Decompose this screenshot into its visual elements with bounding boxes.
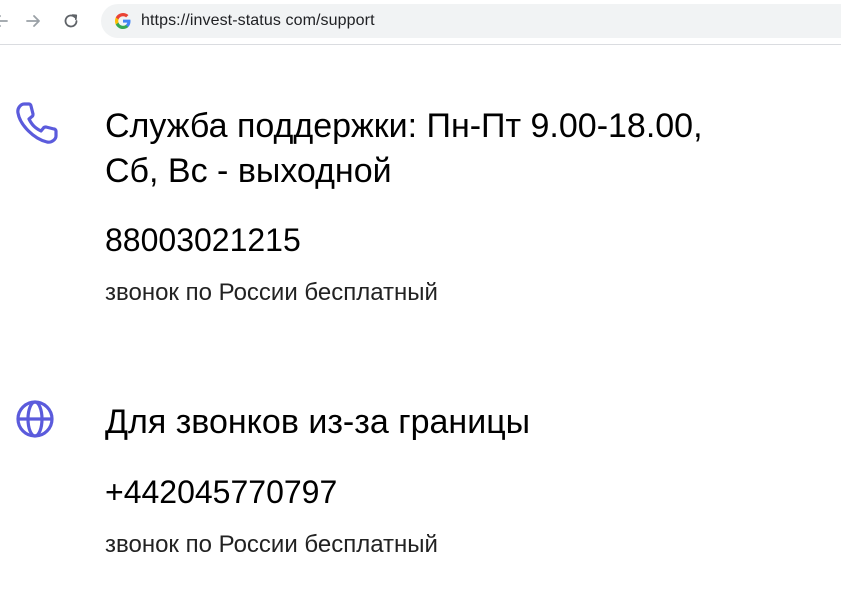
phone-icon (16, 102, 58, 144)
reload-icon (64, 14, 78, 28)
support-note: звонок по России бесплатный (105, 279, 438, 306)
international-section: Для звонков из-за границы +442045770797 … (0, 388, 841, 568)
google-g-icon (115, 13, 131, 29)
browser-toolbar: https://invest-status com/support (0, 0, 841, 45)
support-phone[interactable]: 88003021215 (105, 220, 301, 260)
international-phone[interactable]: +442045770797 (105, 472, 337, 512)
reload-button[interactable] (58, 8, 84, 34)
arrow-left-icon (0, 15, 8, 27)
international-note: звонок по России бесплатный (105, 531, 438, 558)
url-text: https://invest-status com/support (141, 12, 375, 29)
globe-icon (16, 400, 54, 438)
back-button[interactable] (0, 8, 14, 34)
forward-button[interactable] (20, 8, 46, 34)
arrow-right-icon (26, 15, 40, 27)
international-heading: Для звонков из-за границы (105, 403, 531, 441)
address-bar[interactable]: https://invest-status com/support (101, 4, 841, 38)
support-heading-line1: Служба поддержки: Пн-Пт 9.00-18.00, (105, 107, 703, 145)
support-section: Служба поддержки: Пн-Пт 9.00-18.00, Сб, … (0, 96, 841, 316)
support-heading-line2: Сб, Вс - выходной (105, 152, 392, 190)
